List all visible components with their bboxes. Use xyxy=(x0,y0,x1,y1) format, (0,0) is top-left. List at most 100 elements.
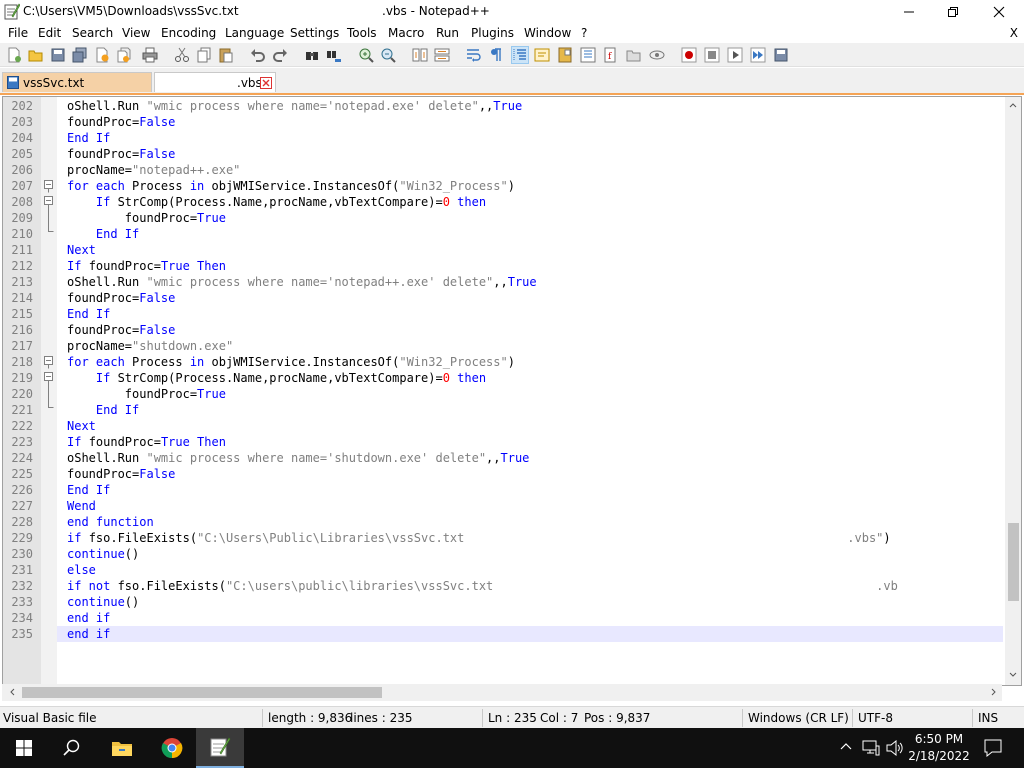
code-line[interactable]: foundProc=False xyxy=(57,322,1003,338)
paste-button[interactable] xyxy=(217,46,235,64)
sync-vertical-button[interactable] xyxy=(411,46,429,64)
close-all-button[interactable] xyxy=(115,46,133,64)
play-macro-button[interactable] xyxy=(726,46,744,64)
clock-time[interactable]: 6:50 PM xyxy=(908,732,970,746)
code-line[interactable]: procName="notepad++.exe" xyxy=(57,162,1003,178)
doc-map-button[interactable] xyxy=(556,46,574,64)
code-line[interactable]: foundProc=False xyxy=(57,146,1003,162)
code-line[interactable]: if not fso.FileExists("C:\users\public\l… xyxy=(57,578,1003,594)
notifications-icon[interactable] xyxy=(984,739,1002,757)
code-line[interactable]: continue() xyxy=(57,546,1003,562)
code-line[interactable]: Next xyxy=(57,418,1003,434)
close-button[interactable] xyxy=(976,0,1022,24)
vertical-scroll-thumb[interactable] xyxy=(1008,523,1019,601)
menu-language[interactable]: Language xyxy=(225,26,284,40)
find-button[interactable] xyxy=(303,46,321,64)
horizontal-scrollbar[interactable] xyxy=(2,684,1002,701)
menu-help[interactable]: ? xyxy=(581,26,587,40)
cut-button[interactable] xyxy=(173,46,191,64)
close-file-button[interactable] xyxy=(93,46,111,64)
monitoring-button[interactable] xyxy=(648,46,666,64)
stop-macro-button[interactable] xyxy=(703,46,721,64)
folder-workspace-button[interactable]: f xyxy=(602,46,620,64)
code-line[interactable]: End If xyxy=(57,402,1003,418)
scroll-right-arrow[interactable] xyxy=(986,684,1002,700)
code-line[interactable]: End If xyxy=(57,482,1003,498)
menu-tools[interactable]: Tools xyxy=(347,26,377,40)
udl-button[interactable] xyxy=(533,46,551,64)
code-line[interactable]: oShell.Run "wmic process where name='shu… xyxy=(57,450,1003,466)
function-list-button[interactable] xyxy=(579,46,597,64)
code-line[interactable]: end if xyxy=(57,626,1003,642)
clock-date[interactable]: 2/18/2022 xyxy=(908,749,970,763)
close-document-x[interactable]: X xyxy=(1010,26,1018,40)
code-line[interactable]: for each Process in objWMIService.Instan… xyxy=(57,354,1003,370)
code-line[interactable]: oShell.Run "wmic process where name='not… xyxy=(57,274,1003,290)
scroll-up-arrow[interactable] xyxy=(1005,97,1021,113)
replace-button[interactable] xyxy=(325,46,343,64)
chrome-button[interactable] xyxy=(148,728,196,768)
menu-search[interactable]: Search xyxy=(72,26,113,40)
run-macro-multiple-button[interactable] xyxy=(749,46,767,64)
project-panel-button[interactable] xyxy=(625,46,643,64)
code-line[interactable]: end if xyxy=(57,610,1003,626)
start-button[interactable] xyxy=(0,728,48,768)
scroll-left-arrow[interactable] xyxy=(4,684,20,700)
maximize-button[interactable] xyxy=(930,0,976,24)
code-line[interactable]: If StrComp(Process.Name,procName,vbTextC… xyxy=(57,370,1003,386)
show-all-chars-button[interactable] xyxy=(487,46,505,64)
network-icon[interactable] xyxy=(862,740,880,756)
code-line[interactable]: If StrComp(Process.Name,procName,vbTextC… xyxy=(57,194,1003,210)
sync-horizontal-button[interactable] xyxy=(433,46,451,64)
save-all-button[interactable] xyxy=(71,46,89,64)
code-line[interactable]: end function xyxy=(57,514,1003,530)
copy-button[interactable] xyxy=(195,46,213,64)
indent-guide-button[interactable] xyxy=(511,46,529,64)
notepadpp-taskbar-button[interactable] xyxy=(196,728,244,768)
code-line[interactable]: else xyxy=(57,562,1003,578)
zoom-in-button[interactable] xyxy=(357,46,375,64)
undo-button[interactable] xyxy=(249,46,267,64)
horizontal-scroll-thumb[interactable] xyxy=(22,687,382,698)
code-line[interactable]: foundProc=False xyxy=(57,114,1003,130)
menu-plugins[interactable]: Plugins xyxy=(471,26,514,40)
menu-settings[interactable]: Settings xyxy=(290,26,339,40)
code-line[interactable]: foundProc=True xyxy=(57,386,1003,402)
code-line[interactable]: If foundProc=True Then xyxy=(57,258,1003,274)
code-line[interactable]: foundProc=True xyxy=(57,210,1003,226)
menu-encoding[interactable]: Encoding xyxy=(161,26,216,40)
search-button[interactable] xyxy=(48,728,96,768)
code-line[interactable]: End If xyxy=(57,226,1003,242)
code-line[interactable]: continue() xyxy=(57,594,1003,610)
tab-close-icon[interactable] xyxy=(260,77,272,89)
menu-view[interactable]: View xyxy=(122,26,150,40)
new-file-button[interactable] xyxy=(5,46,23,64)
volume-icon[interactable] xyxy=(886,740,904,756)
code-line[interactable]: for each Process in objWMIService.Instan… xyxy=(57,178,1003,194)
redo-button[interactable] xyxy=(271,46,289,64)
code-line[interactable]: Next xyxy=(57,242,1003,258)
code-line[interactable]: foundProc=False xyxy=(57,466,1003,482)
scroll-down-arrow[interactable] xyxy=(1005,667,1021,683)
record-macro-button[interactable] xyxy=(680,46,698,64)
open-button[interactable] xyxy=(27,46,45,64)
editor-pane[interactable]: 202 203 204 205 206 207 208 209 210 211 212 213 214 2… xyxy=(2,96,1022,686)
minimize-button[interactable] xyxy=(886,0,932,24)
code-line[interactable]: procName="shutdown.exe" xyxy=(57,338,1003,354)
zoom-out-button[interactable] xyxy=(379,46,397,64)
code-line[interactable]: End If xyxy=(57,130,1003,146)
file-explorer-button[interactable] xyxy=(98,728,146,768)
word-wrap-button[interactable] xyxy=(465,46,483,64)
code-line[interactable]: If foundProc=True Then xyxy=(57,434,1003,450)
vertical-scrollbar[interactable] xyxy=(1005,97,1021,685)
menu-file[interactable]: File xyxy=(8,26,28,40)
menu-run[interactable]: Run xyxy=(436,26,459,40)
code-line[interactable]: Wend xyxy=(57,498,1003,514)
menu-macro[interactable]: Macro xyxy=(388,26,424,40)
show-hidden-icons-icon[interactable] xyxy=(840,741,852,753)
code-line[interactable]: if fso.FileExists("C:\Users\Public\Libra… xyxy=(57,530,1003,546)
save-button[interactable] xyxy=(49,46,67,64)
menu-window[interactable]: Window xyxy=(524,26,571,40)
code-line[interactable]: oShell.Run "wmic process where name='not… xyxy=(57,98,1003,114)
print-button[interactable] xyxy=(141,46,159,64)
